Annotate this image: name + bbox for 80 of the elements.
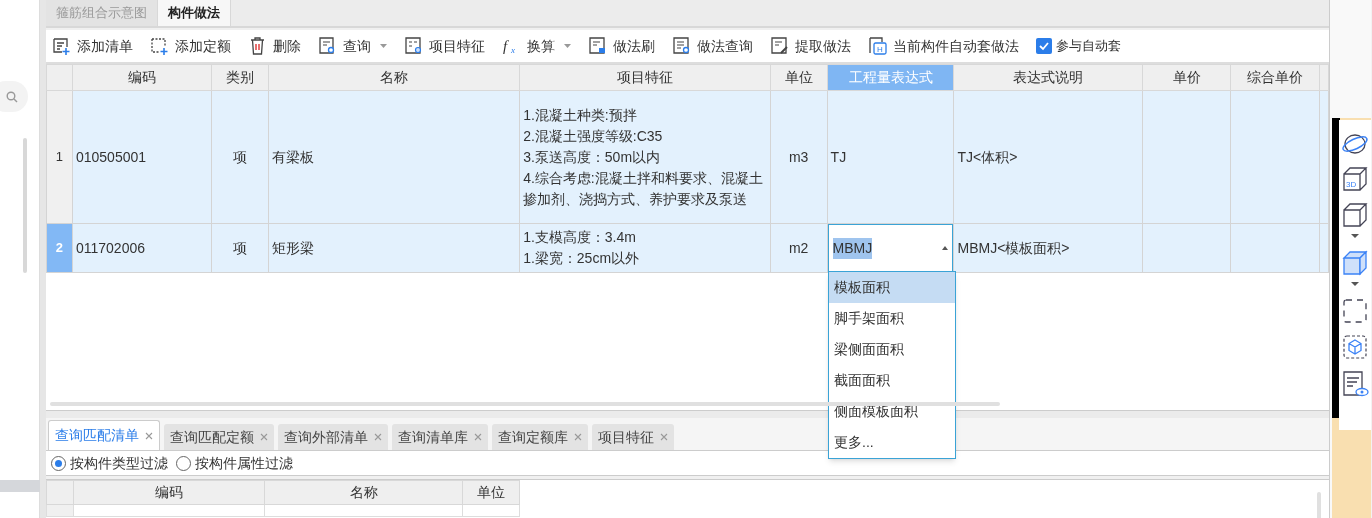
feature-text: 1.支模高度：3.4m xyxy=(523,228,637,247)
feature-text: 1.梁宽：25cm以外 xyxy=(523,249,641,268)
table-cell: 项 xyxy=(211,223,269,273)
toolbar-button[interactable]: f x 换算 xyxy=(502,35,571,57)
table-cell: m3 xyxy=(770,90,828,224)
scrollbar[interactable] xyxy=(23,138,27,273)
document-search-icon xyxy=(672,36,692,56)
caret-icon xyxy=(380,44,387,48)
table-cell: 项 xyxy=(211,90,269,224)
caret-icon[interactable] xyxy=(942,246,949,250)
table-cell: 有梁板 xyxy=(268,90,520,224)
tab[interactable]: 查询定额库 xyxy=(492,424,588,450)
close-icon[interactable] xyxy=(660,433,668,441)
cube-icon[interactable] xyxy=(1342,202,1368,240)
tab[interactable]: 查询清单库 xyxy=(392,424,488,450)
table-cell: m2 xyxy=(770,223,828,273)
tab[interactable]: 构件做法 xyxy=(158,0,231,26)
document-pen-icon xyxy=(770,36,790,56)
toolbar-button[interactable]: 删除 xyxy=(248,35,301,57)
close-icon[interactable] xyxy=(145,431,153,440)
row-number[interactable]: 1 xyxy=(46,90,73,224)
expression-field[interactable]: MBMJ xyxy=(827,224,954,272)
column-header[interactable]: 编码 xyxy=(73,480,265,505)
dashed-square-icon[interactable] xyxy=(1342,298,1368,324)
caret-icon xyxy=(564,44,571,48)
toolbar-button[interactable]: H 当前构件自动套做法 xyxy=(868,35,1019,57)
grid-add-icon xyxy=(150,36,170,56)
table-cell: 矩形梁 xyxy=(268,223,520,273)
document-brush-icon xyxy=(588,36,608,56)
table-cell: TJ xyxy=(827,90,954,224)
dashed-cube-icon[interactable] xyxy=(1342,334,1368,360)
table-cell: MBMJ<模板面积> xyxy=(954,223,1143,273)
toolbar-button[interactable]: 项目特征 xyxy=(404,35,485,57)
tab[interactable]: 查询匹配定额 xyxy=(164,424,274,450)
close-icon[interactable] xyxy=(574,433,582,441)
feature-text: 1.混凝土种类:预拌 xyxy=(523,105,638,125)
checkbox-mark[interactable] xyxy=(1036,38,1052,54)
function-icon: f x xyxy=(502,36,522,56)
toolbar-button[interactable]: 做法刷 xyxy=(588,35,655,57)
close-icon[interactable] xyxy=(260,433,268,441)
dropdown-option[interactable]: 梁侧面面积 xyxy=(829,334,955,365)
feature-text: 3.泵送高度：50m以内 xyxy=(523,147,662,167)
column-header[interactable]: 项目特征 xyxy=(519,64,771,91)
column-header[interactable]: 单位 xyxy=(462,480,520,505)
auto-match-checkbox[interactable]: 参与自动套 xyxy=(1036,36,1121,56)
tab[interactable]: 查询匹配清单 xyxy=(48,420,160,450)
dropdown-option[interactable]: 脚手架面积 xyxy=(829,303,955,334)
column-header[interactable]: 单位 xyxy=(770,64,828,91)
column-header[interactable]: 表达式说明 xyxy=(954,64,1143,91)
dropdown-option[interactable]: 模板面积 xyxy=(829,272,955,303)
close-icon[interactable] xyxy=(374,433,382,441)
dropdown-option[interactable]: 更多... xyxy=(829,427,955,458)
search-field[interactable] xyxy=(0,81,28,112)
toolbar-button[interactable]: 添加定额 xyxy=(150,35,231,57)
column-header[interactable]: 综合单价 xyxy=(1230,64,1320,91)
close-icon[interactable] xyxy=(474,433,482,441)
column-header[interactable]: 名称 xyxy=(264,480,463,505)
column-header[interactable]: 编码 xyxy=(72,64,212,91)
document-eye-icon[interactable] xyxy=(1341,370,1369,398)
table-cell: 010505001 xyxy=(72,90,212,224)
tab[interactable]: 查询外部清单 xyxy=(278,424,388,450)
toolbar-button[interactable]: 添加清单 xyxy=(52,35,133,57)
orbit-icon[interactable] xyxy=(1341,132,1369,156)
column-header[interactable]: 类别 xyxy=(211,64,269,91)
feature-text: 4.综合考虑:混凝土拌和料要求、混凝土掺加剂、浇捣方式、养护要求及泵送 xyxy=(523,168,764,209)
column-header[interactable]: 名称 xyxy=(268,64,520,91)
column-header[interactable]: 单价 xyxy=(1142,64,1231,91)
toolbar-button[interactable]: 做法查询 xyxy=(672,35,753,57)
feature-text: 2.混凝土强度等级:C35 xyxy=(523,126,664,146)
filled-cube-icon[interactable] xyxy=(1342,250,1368,288)
filter-radio[interactable]: 按构件属性过滤 xyxy=(176,452,293,474)
table-cell: 011702006 xyxy=(72,223,212,273)
table-cell: TJ<体积> xyxy=(954,90,1143,224)
tab[interactable]: 项目特征 xyxy=(592,424,674,450)
toolbar-button[interactable]: 查询 xyxy=(318,35,387,57)
search-icon xyxy=(6,90,18,103)
dropdown-option[interactable]: 截面面积 xyxy=(829,365,955,396)
list-add-icon xyxy=(52,36,72,56)
toolbar-button[interactable]: 提取做法 xyxy=(770,35,851,57)
filter-radio[interactable]: 按构件类型过滤 xyxy=(51,452,168,474)
